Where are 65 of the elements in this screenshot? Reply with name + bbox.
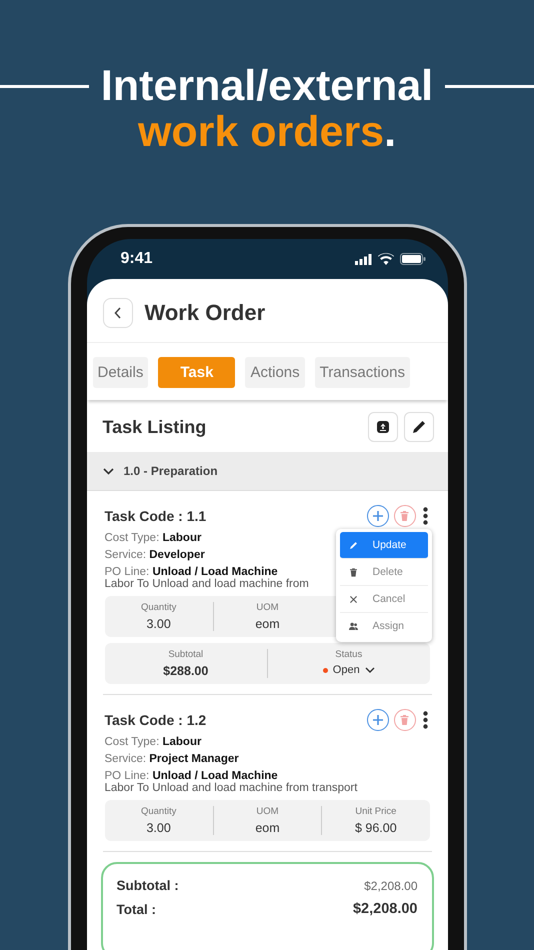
tab[interactable]: Task [158, 357, 236, 388]
service-text: Service: Project Manager [104, 753, 239, 765]
page-title: Work Order [144, 300, 266, 326]
chevron-down-icon [102, 468, 114, 474]
more-button[interactable] [420, 711, 430, 729]
menu-item[interactable]: Update [340, 532, 428, 559]
task-code: Task Code : 1.2 [104, 712, 206, 728]
tab[interactable]: Details [92, 357, 148, 388]
subtotal-label: Subtotal : [116, 878, 180, 893]
more-button[interactable] [420, 507, 430, 525]
plus-icon [372, 714, 384, 726]
subtotal-value: $288.00 [163, 664, 208, 678]
stat-label: Quantity [140, 602, 176, 613]
add-button[interactable] [366, 505, 388, 527]
stat-value: $ 96.00 [354, 821, 397, 835]
stat-value: 3.00 [146, 821, 171, 835]
trash-icon [348, 566, 358, 578]
plus-icon [372, 510, 384, 522]
kebab-icon [422, 507, 428, 525]
close-icon [348, 594, 358, 604]
stat-value: eom [255, 821, 280, 835]
people-icon [348, 620, 358, 632]
group-title: 1.0 - Preparation [124, 464, 218, 478]
signal-icon [354, 254, 372, 264]
stat-label: UOM [256, 602, 279, 613]
status-value: Open [332, 664, 360, 676]
subtotal-value: $2,208.00 [363, 878, 418, 892]
tab[interactable]: Transactions [314, 357, 410, 388]
status-time: 9:41 [120, 250, 153, 268]
edit-button[interactable] [404, 412, 434, 442]
upload-button[interactable] [368, 412, 398, 442]
group-header[interactable]: 1.0 - Preparation [86, 452, 448, 491]
cost-type-text: Cost Type: Labour [104, 532, 202, 544]
trash-icon [400, 715, 409, 725]
stat-label: UOM [256, 806, 279, 817]
pencil-icon [410, 419, 426, 435]
task-description: Labor To Unload and load machine from [104, 578, 309, 590]
battery-icon [400, 253, 426, 265]
chevron-left-icon [114, 307, 122, 319]
po-line-text: PO Line: Unload / Load Machine [104, 770, 278, 782]
headline-highlight: work orders. [138, 110, 396, 154]
stat-label: Subtotal [168, 649, 204, 660]
stat-label: Unit Price [355, 806, 396, 817]
tab[interactable]: Actions [245, 357, 305, 388]
po-line-text: PO Line: Unload / Load Machine [104, 566, 278, 578]
stat-value: eom [255, 617, 280, 631]
wifi-icon [378, 253, 394, 265]
stat-label: Status [335, 649, 362, 660]
total-value: $2,208.00 [352, 901, 418, 917]
stat-value: 3.00 [146, 617, 171, 631]
total-label: Total : [116, 902, 157, 916]
kebab-icon [422, 711, 428, 729]
trash-icon [400, 511, 409, 521]
stat-label: Quantity [140, 806, 176, 817]
chevron-down-icon[interactable] [364, 667, 375, 673]
service-text: Service: Developer [104, 549, 205, 561]
cost-type-text: Cost Type: Labour [104, 736, 202, 748]
task-description: Labor To Unload and load machine from transport [104, 782, 358, 794]
headline: Internal/external [100, 62, 434, 110]
task-code: Task Code : 1.1 [104, 508, 206, 524]
pencil-icon [348, 540, 358, 550]
section-title: Task Listing [102, 416, 206, 438]
add-button[interactable] [366, 709, 388, 731]
back-button[interactable] [102, 298, 132, 328]
upload-icon [376, 420, 390, 434]
